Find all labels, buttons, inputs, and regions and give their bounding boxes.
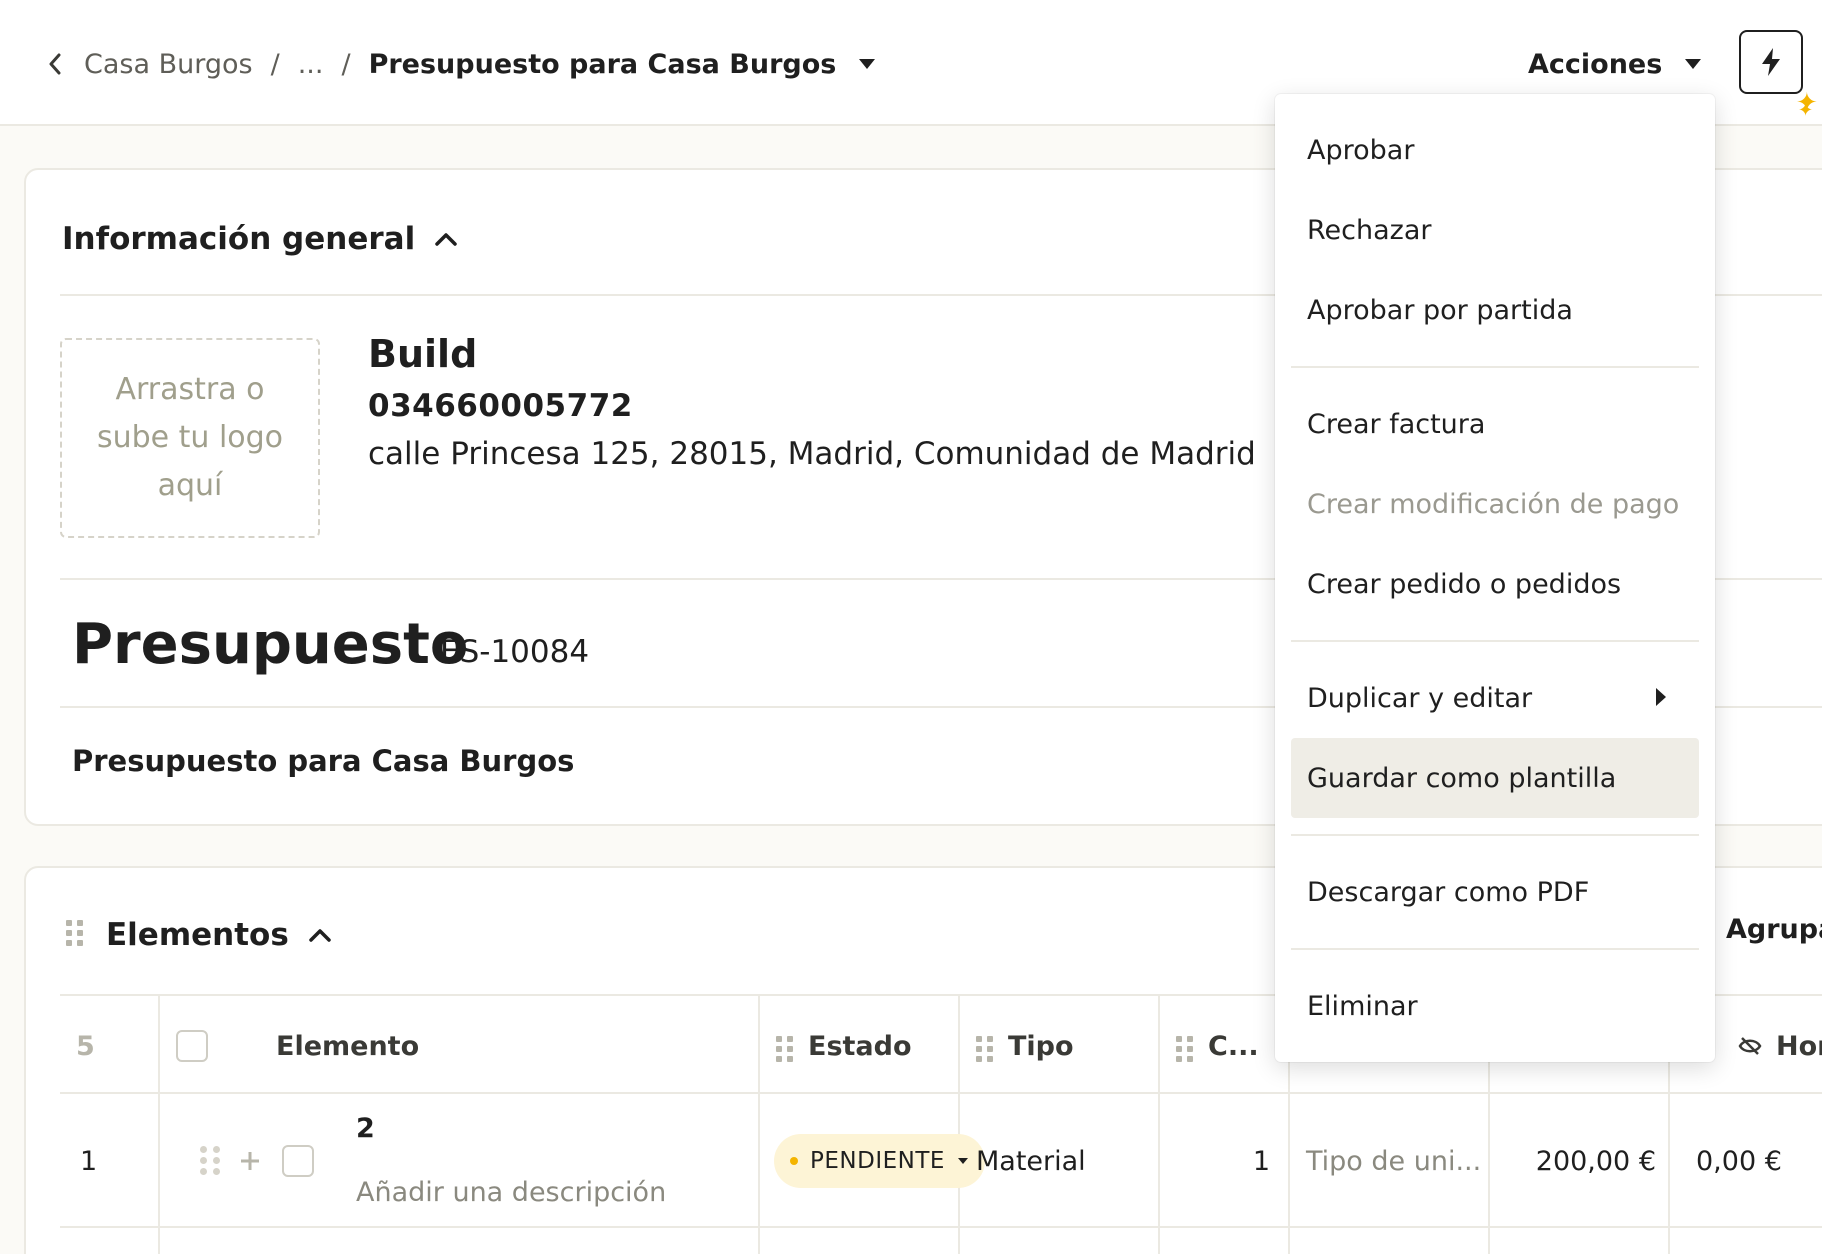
logo-upload-dropzone[interactable]: Arrastra o sube tu logo aquí xyxy=(60,338,320,538)
breadcrumb-separator: / xyxy=(270,48,280,80)
menu-item-duplicate-edit-label: Duplicar y editar xyxy=(1307,682,1533,714)
menu-item-create-purchase-orders[interactable]: Crear pedido o pedidos xyxy=(1291,544,1699,624)
column-divider xyxy=(758,1228,760,1254)
table-row xyxy=(60,1228,1822,1254)
column-divider xyxy=(1668,1228,1670,1254)
status-dot xyxy=(790,1157,798,1165)
unit-type-input[interactable]: Tipo de uni... xyxy=(1306,1094,1481,1228)
actions-button[interactable]: Acciones xyxy=(1528,44,1702,84)
column-divider xyxy=(758,1094,760,1228)
drag-handle-icon[interactable] xyxy=(200,1146,220,1175)
column-divider xyxy=(1488,1228,1490,1254)
breadcrumb-ellipsis[interactable]: ... xyxy=(298,49,324,80)
document-type-title: Presupuesto xyxy=(72,612,469,677)
table-row[interactable]: 1 2 Añadir una descripción PENDIENTE Mat… xyxy=(60,1094,1822,1228)
caret-down-icon xyxy=(957,1158,968,1164)
checkbox[interactable] xyxy=(176,1030,208,1062)
general-info-title: Información general xyxy=(62,221,416,257)
menu-item-duplicate-edit[interactable]: Duplicar y editar xyxy=(1291,658,1699,738)
menu-item-approve-by-line[interactable]: Aprobar por partida xyxy=(1291,270,1699,350)
drag-handle-icon[interactable] xyxy=(776,1036,793,1062)
actions-menu: Aprobar Rechazar Aprobar por partida Cre… xyxy=(1275,94,1715,1062)
breadcrumb-parent-link[interactable]: Casa Burgos xyxy=(84,49,253,80)
column-header-status[interactable]: Estado xyxy=(808,996,912,1096)
column-header-type[interactable]: Tipo xyxy=(1008,996,1074,1096)
menu-item-approve[interactable]: Aprobar xyxy=(1291,110,1699,190)
checkbox[interactable] xyxy=(282,1145,314,1177)
drag-handle-icon[interactable] xyxy=(66,920,83,946)
company-phone: 034660005772 xyxy=(368,388,633,424)
column-divider xyxy=(1288,1228,1290,1254)
breadcrumb: Casa Burgos / ... / Presupuesto para Cas… xyxy=(48,44,880,84)
column-divider xyxy=(1288,1094,1290,1228)
column-divider xyxy=(158,1094,160,1228)
menu-item-save-as-template[interactable]: Guardar como plantilla xyxy=(1291,738,1699,818)
row-count-header: 5 xyxy=(76,1030,95,1062)
element-description-input[interactable]: Añadir una descripción xyxy=(356,1172,666,1212)
menu-item-download-pdf[interactable]: Descargar como PDF xyxy=(1291,852,1699,932)
column-divider xyxy=(1488,1094,1490,1228)
column-divider xyxy=(958,1228,960,1254)
status-badge[interactable]: PENDIENTE xyxy=(774,1134,985,1188)
company-name: Build xyxy=(368,332,478,376)
select-all-checkbox[interactable] xyxy=(176,996,208,1096)
caret-down-icon xyxy=(1684,58,1702,70)
chevron-left-icon[interactable] xyxy=(48,44,70,84)
caret-right-icon xyxy=(1656,688,1666,706)
menu-item-delete[interactable]: Eliminar xyxy=(1291,966,1699,1046)
general-info-header[interactable]: Información general xyxy=(62,214,457,264)
fee-cell[interactable]: 0,00 € xyxy=(1696,1094,1782,1228)
column-header-fee-label: Hono xyxy=(1776,1030,1822,1062)
row-select[interactable] xyxy=(282,1094,314,1228)
column-header-fee[interactable]: Hono xyxy=(1738,996,1822,1096)
menu-separator xyxy=(1291,948,1699,950)
column-divider xyxy=(158,1228,160,1254)
drag-handle-icon[interactable] xyxy=(976,1036,993,1062)
items-title: Elementos xyxy=(106,917,289,953)
price-cell[interactable]: 200,00 € xyxy=(1500,1094,1656,1228)
group-by-button[interactable]: Agrupa xyxy=(1726,914,1822,945)
column-header-element[interactable]: Elemento xyxy=(276,996,419,1096)
menu-separator xyxy=(1291,366,1699,368)
column-divider xyxy=(1158,996,1160,1096)
menu-separator xyxy=(1291,834,1699,836)
column-divider xyxy=(1158,1094,1160,1228)
column-header-quantity[interactable]: C... xyxy=(1208,996,1259,1096)
breadcrumb-separator: / xyxy=(341,48,351,80)
actions-button-label: Acciones xyxy=(1528,48,1663,80)
items-header[interactable]: Elementos xyxy=(106,910,331,960)
document-number: ES-10084 xyxy=(440,634,590,670)
company-address: calle Princesa 125, 28015, Madrid, Comun… xyxy=(368,436,1256,472)
add-subitem-icon[interactable] xyxy=(238,1094,262,1228)
automation-button[interactable] xyxy=(1739,30,1803,94)
column-divider xyxy=(758,996,760,1096)
breadcrumb-current[interactable]: Presupuesto para Casa Burgos xyxy=(369,49,837,80)
caret-down-icon[interactable] xyxy=(858,44,880,84)
column-divider xyxy=(158,996,160,1096)
status-label: PENDIENTE xyxy=(810,1148,945,1174)
drag-handle-icon[interactable] xyxy=(1176,1036,1193,1062)
eye-off-icon[interactable] xyxy=(1738,1036,1762,1056)
chevron-up-icon[interactable] xyxy=(309,928,331,942)
column-divider xyxy=(1668,1094,1670,1228)
menu-item-create-invoice[interactable]: Crear factura xyxy=(1291,384,1699,464)
menu-item-create-change-order[interactable]: Crear modificación de pago xyxy=(1291,464,1699,544)
document-subject[interactable]: Presupuesto para Casa Burgos xyxy=(72,744,574,778)
type-cell[interactable]: Material xyxy=(976,1094,1086,1228)
column-divider xyxy=(958,996,960,1096)
status-cell[interactable]: PENDIENTE xyxy=(774,1094,985,1228)
column-divider xyxy=(1158,1228,1160,1254)
lightning-bolt-icon xyxy=(1762,48,1780,76)
sparkle-icon: ✦ xyxy=(1798,100,1814,121)
row-index: 1 xyxy=(80,1145,98,1177)
menu-item-reject[interactable]: Rechazar xyxy=(1291,190,1699,270)
chevron-up-icon[interactable] xyxy=(435,232,457,246)
element-name[interactable]: 2 xyxy=(356,1108,375,1148)
quantity-cell[interactable]: 1 xyxy=(1210,1094,1270,1228)
menu-separator xyxy=(1291,640,1699,642)
